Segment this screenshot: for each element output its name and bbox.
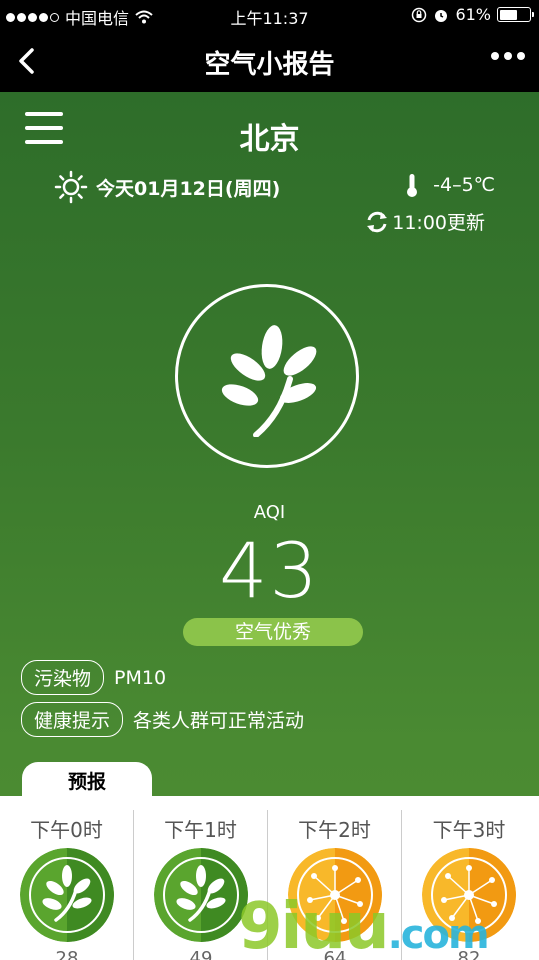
aqi-level-badge: 空气优秀: [183, 618, 363, 646]
forecast-time: 下午0时: [30, 818, 103, 842]
good-air-icon: [154, 848, 248, 942]
more-button[interactable]: [491, 52, 525, 60]
forecast-time: 下午2时: [298, 818, 371, 842]
temp-row: -4–5℃: [405, 172, 495, 198]
orientation-lock-icon: [412, 7, 427, 22]
update-row[interactable]: 11:00更新: [364, 208, 485, 235]
health-label: 健康提示: [21, 702, 124, 737]
battery-percent: 61%: [455, 5, 491, 24]
refresh-icon[interactable]: [364, 209, 390, 235]
temp-label: -4–5℃: [433, 174, 495, 196]
forecast-time: 下午1时: [164, 818, 237, 842]
date-row: 今天01月12日(周四): [54, 170, 280, 204]
nav-bar: 空气小报告: [0, 30, 539, 92]
forecast-item[interactable]: 下午0时 28: [0, 810, 134, 960]
aqi-label: AQI: [253, 502, 286, 523]
aqi-ring: [175, 284, 359, 468]
leaf-icon: [221, 325, 317, 437]
health-row: 健康提示 各类人群可正常活动: [21, 702, 304, 737]
update-label: 11:00更新: [392, 212, 485, 234]
pollutant-label: 污染物: [21, 660, 105, 695]
date-label: 今天01月12日(周四): [96, 177, 281, 200]
status-right: 61%: [411, 5, 534, 24]
health-value: 各类人群可正常活动: [133, 710, 305, 732]
pollutant-row: 污染物 PM10: [21, 660, 166, 695]
good-air-icon: [20, 848, 114, 942]
city-title: 北京: [239, 122, 300, 157]
forecast-time: 下午3时: [432, 818, 506, 842]
thermometer-icon: [407, 174, 418, 197]
sun-icon: [54, 170, 88, 204]
battery-icon: [497, 7, 534, 22]
pollutant-value: PM10: [114, 666, 167, 689]
aqi-value: 43: [219, 526, 320, 615]
main-content: 北京 今天01月12日(周四) -4–5℃ 11:00更新 AQI 43 空气优…: [0, 92, 539, 960]
alarm-icon: [435, 9, 448, 22]
nav-title: 空气小报告: [204, 50, 335, 80]
status-bar: 中国电信 上午11:37 61%: [0, 0, 539, 30]
forecast-value: 28: [55, 948, 79, 960]
watermark-logo: 9iuu.com: [238, 890, 490, 960]
